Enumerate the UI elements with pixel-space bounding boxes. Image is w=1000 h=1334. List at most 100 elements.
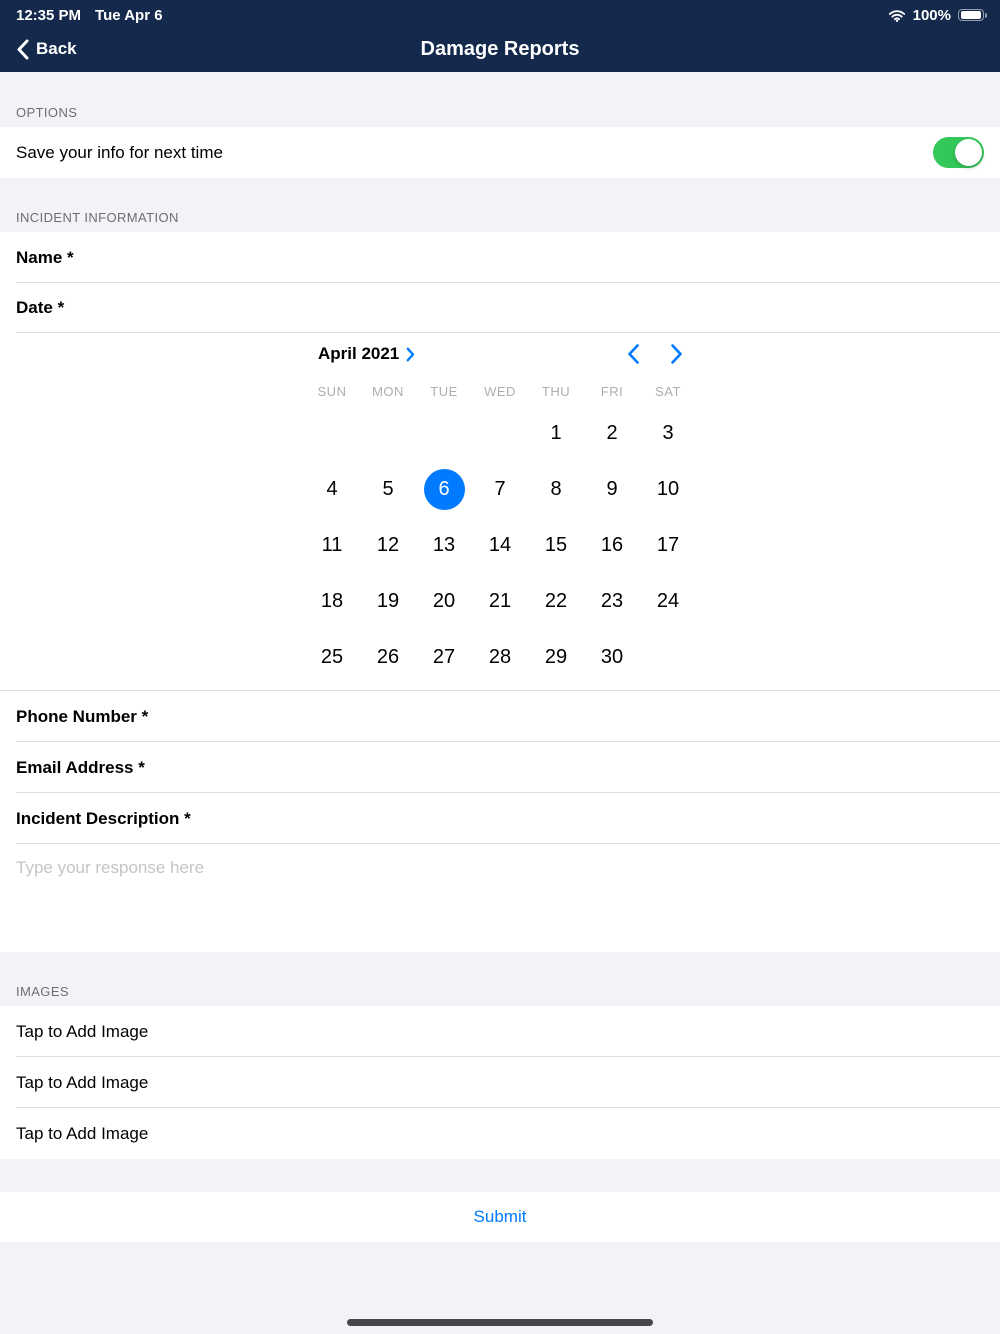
calendar-day[interactable]: 20: [416, 573, 472, 629]
submit-button[interactable]: Submit: [474, 1207, 527, 1227]
description-textarea[interactable]: [0, 844, 1000, 952]
navigation-bar: Back Damage Reports: [0, 26, 1000, 72]
incident-section-header: INCIDENT INFORMATION: [0, 178, 1000, 232]
calendar-day[interactable]: 5: [360, 461, 416, 517]
damage-reports-screen: 12:35 PM Tue Apr 6 100% Back Damage Repo…: [0, 0, 1000, 1334]
calendar-day[interactable]: 11: [304, 517, 360, 573]
calendar-day[interactable]: 21: [472, 573, 528, 629]
add-image-row-3[interactable]: Tap to Add Image: [0, 1108, 1000, 1159]
calendar-day-empty: [360, 405, 416, 461]
weekday-label: WED: [484, 383, 516, 399]
home-indicator[interactable]: [347, 1319, 653, 1326]
options-header-label: OPTIONS: [16, 105, 78, 120]
toggle-knob: [955, 139, 982, 166]
weekday-label: MON: [372, 383, 404, 399]
add-image-label: Tap to Add Image: [16, 1123, 149, 1143]
back-label: Back: [36, 39, 77, 58]
status-bar: 12:35 PM Tue Apr 6 100%: [0, 0, 1000, 26]
calendar-grid: 1 2 3 4 5 6 7 8 9 10 11 12 13 14 15 16 17 18 19 20 21 22 23 24 2…: [304, 405, 696, 685]
month-disclosure-chevron-icon: [406, 347, 415, 362]
next-month-button[interactable]: [670, 343, 684, 365]
date-picker-calendar: April 2021 SUN MON TUE WED THU FRI SAT 1…: [0, 333, 1000, 691]
description-field-row: Incident Description *: [0, 793, 1000, 844]
calendar-day[interactable]: 28: [472, 629, 528, 685]
images-header-label: IMAGES: [16, 984, 69, 999]
date-field-label: Date *: [16, 298, 65, 317]
email-field-label: Email Address *: [16, 757, 145, 777]
page-title: Damage Reports: [420, 37, 580, 60]
submit-row: Submit: [0, 1192, 1000, 1242]
calendar-month-label: April 2021: [318, 344, 400, 363]
add-image-row-1[interactable]: Tap to Add Image: [0, 1006, 1000, 1057]
calendar-day[interactable]: 4: [304, 461, 360, 517]
date-field-row[interactable]: Date *: [0, 283, 1000, 333]
calendar-day[interactable]: 17: [640, 517, 696, 573]
weekday-label: TUE: [430, 383, 458, 399]
back-button[interactable]: Back: [16, 39, 77, 60]
calendar-inner: April 2021 SUN MON TUE WED THU FRI SAT 1…: [304, 333, 696, 685]
weekday-label: FRI: [600, 383, 624, 399]
calendar-day-empty: [472, 405, 528, 461]
incident-form-group: Name * Date * April 2021 SUN MON TUE WED…: [0, 232, 1000, 952]
save-info-toggle[interactable]: [933, 137, 984, 168]
calendar-day[interactable]: 12: [360, 517, 416, 573]
weekday-label: SAT: [655, 383, 681, 399]
calendar-day[interactable]: 13: [416, 517, 472, 573]
save-info-label: Save your info for next time: [16, 142, 223, 162]
calendar-weekdays: SUN MON TUE WED THU FRI SAT: [304, 377, 696, 405]
phone-field-label: Phone Number *: [16, 706, 149, 726]
calendar-header: April 2021: [304, 337, 696, 371]
calendar-day[interactable]: 14: [472, 517, 528, 573]
calendar-day[interactable]: 18: [304, 573, 360, 629]
images-section-header: IMAGES: [0, 952, 1000, 1006]
top-bar: 12:35 PM Tue Apr 6 100% Back Damage Repo…: [0, 0, 1000, 72]
incident-header-label: INCIDENT INFORMATION: [16, 210, 179, 225]
name-field-label: Name *: [16, 247, 74, 267]
options-section-header: OPTIONS: [0, 72, 1000, 127]
calendar-day[interactable]: 9: [584, 461, 640, 517]
calendar-month-selector[interactable]: April 2021: [318, 344, 415, 364]
description-input-area: [0, 844, 1000, 952]
calendar-day[interactable]: 24: [640, 573, 696, 629]
add-image-label: Tap to Add Image: [16, 1021, 149, 1041]
email-field-row[interactable]: Email Address *: [0, 742, 1000, 793]
status-right: 100%: [888, 6, 987, 24]
add-image-label: Tap to Add Image: [16, 1072, 149, 1092]
calendar-day[interactable]: 8: [528, 461, 584, 517]
calendar-day[interactable]: 3: [640, 405, 696, 461]
weekday-label: THU: [541, 383, 571, 399]
add-image-row-2[interactable]: Tap to Add Image: [0, 1057, 1000, 1108]
battery-percent: 100%: [912, 6, 951, 24]
calendar-day[interactable]: 2: [584, 405, 640, 461]
calendar-day[interactable]: 19: [360, 573, 416, 629]
name-field-row[interactable]: Name *: [0, 232, 1000, 283]
calendar-day[interactable]: 27: [416, 629, 472, 685]
calendar-day[interactable]: 10: [640, 461, 696, 517]
calendar-day[interactable]: 30: [584, 629, 640, 685]
status-time: 12:35 PM: [16, 6, 82, 24]
back-chevron-icon: [16, 39, 29, 60]
calendar-day[interactable]: 16: [584, 517, 640, 573]
status-left: 12:35 PM Tue Apr 6: [16, 7, 163, 24]
previous-month-button[interactable]: [626, 343, 640, 365]
calendar-day[interactable]: 6: [416, 461, 472, 517]
calendar-day[interactable]: 23: [584, 573, 640, 629]
save-info-row: Save your info for next time: [0, 127, 1000, 178]
phone-field-row[interactable]: Phone Number *: [0, 691, 1000, 742]
calendar-day[interactable]: 22: [528, 573, 584, 629]
calendar-day[interactable]: 25: [304, 629, 360, 685]
images-group: Tap to Add Image Tap to Add Image Tap to…: [0, 1006, 1000, 1159]
calendar-day[interactable]: 29: [528, 629, 584, 685]
wifi-icon: [888, 9, 906, 22]
description-field-label: Incident Description *: [16, 808, 191, 828]
calendar-day-empty: [416, 405, 472, 461]
spacer: [0, 1159, 1000, 1192]
battery-icon: [958, 8, 987, 22]
calendar-day[interactable]: 7: [472, 461, 528, 517]
weekday-label: SUN: [317, 383, 347, 399]
calendar-day[interactable]: 1: [528, 405, 584, 461]
calendar-day[interactable]: 15: [528, 517, 584, 573]
bottom-area: [0, 1242, 1000, 1334]
calendar-day[interactable]: 26: [360, 629, 416, 685]
calendar-nav: [626, 343, 690, 365]
